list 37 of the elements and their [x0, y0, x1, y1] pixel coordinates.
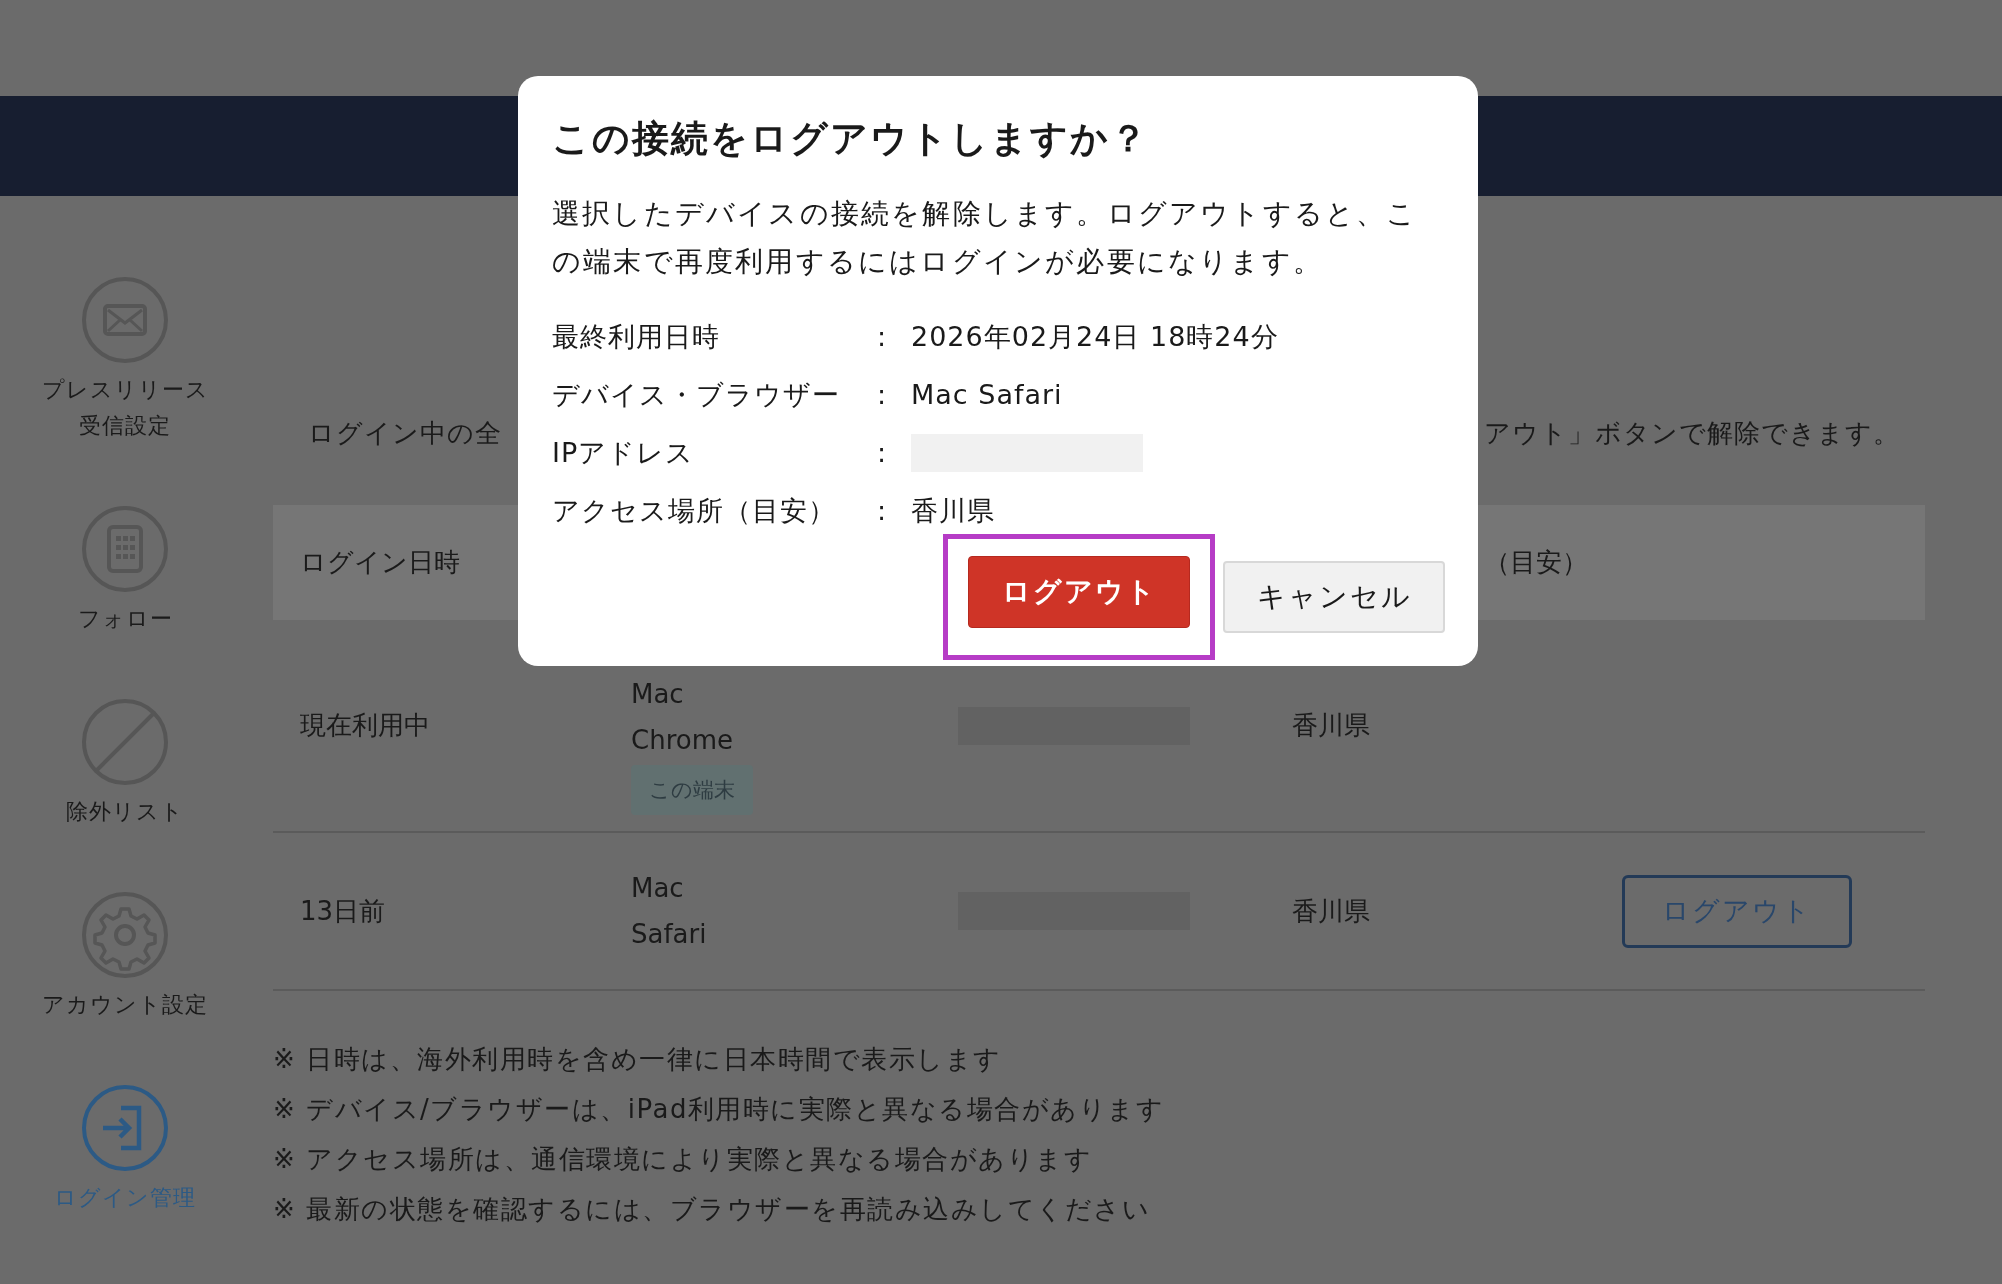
cancel-button[interactable]: キャンセル: [1223, 561, 1445, 633]
intro-text: アウト」ボタンで解除できます。: [1484, 417, 1900, 450]
sidebar-item[interactable]: アカウント設定: [42, 891, 208, 1023]
table-cell-text: Chrome: [631, 723, 733, 757]
logout-button[interactable]: ログアウト: [968, 556, 1190, 628]
separator: :: [877, 494, 889, 528]
sidebar-item[interactable]: 除外リスト: [66, 698, 184, 830]
note-text: ※ 最新の状態を確認するには、ブラウザーを再読み込みしてください: [273, 1193, 1152, 1226]
note-text: ※ アクセス場所は、通信環境により実際と異なる場合があります: [273, 1143, 1094, 1176]
column-header: （目安）: [1483, 546, 1589, 579]
table-cell-text: Safari: [631, 918, 707, 951]
login-icon: [81, 1084, 169, 1172]
table-cell-text: 香川県: [1292, 709, 1371, 742]
separator: :: [877, 436, 889, 470]
detail-label: 最終利用日時: [552, 320, 721, 354]
detail-label: アクセス場所（目安）: [552, 494, 837, 528]
detail-label: IPアドレス: [552, 436, 696, 470]
sidebar-item[interactable]: プレスリリース 受信設定: [41, 276, 209, 444]
dialog-message: 選択したデバイスの接続を解除します。ログアウトすると、この端末で再度利用するにはログインが必要になります。: [552, 196, 1419, 280]
separator: :: [877, 320, 889, 354]
table-cell-text: Mac: [631, 677, 684, 711]
sidebar-item[interactable]: フォロー: [77, 505, 173, 637]
detail-label: デバイス・ブラウザー: [552, 378, 841, 412]
detail-value: 香川県: [911, 494, 996, 528]
table-cell-text: 13日前: [299, 894, 387, 928]
detail-value: 2026年02月24日 18時24分: [911, 320, 1280, 354]
detail-value: Mac Safari: [911, 378, 1064, 412]
dialog-title: この接続をログアウトしますか？: [552, 116, 1150, 162]
separator: :: [877, 378, 889, 412]
note-text: ※ 日時は、海外利用時を含め一律に日本時間で表示します: [273, 1043, 1003, 1076]
table-cell-text: 現在利用中: [299, 709, 431, 742]
logout-button[interactable]: ログアウト: [1622, 874, 1852, 948]
note-text: ※ デバイス/ブラウザーは、iPad利用時に実際と異なる場合があります: [273, 1093, 1166, 1126]
table-cell-text: 香川県: [1292, 894, 1371, 928]
table-cell-text: Mac: [631, 872, 684, 905]
column-header: ログイン日時: [299, 546, 461, 579]
intro-text: ログイン中の全: [308, 418, 502, 448]
